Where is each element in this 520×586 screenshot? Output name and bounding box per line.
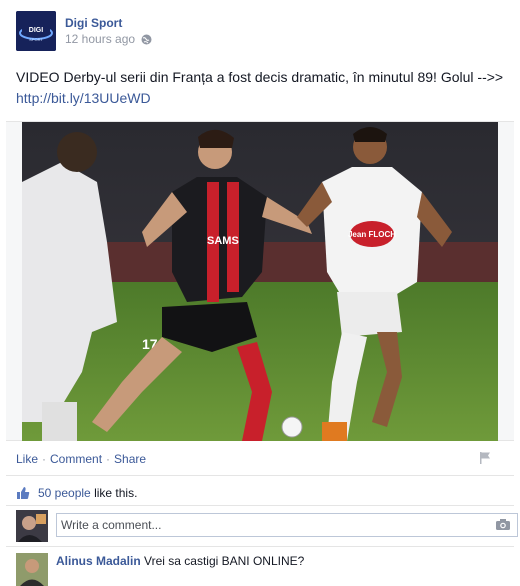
svg-text:SPORT: SPORT [29, 37, 43, 42]
divider [6, 546, 514, 547]
comment-link[interactable]: Comment [50, 452, 102, 466]
thumb-up-icon [16, 486, 30, 500]
action-separator: · [106, 452, 111, 466]
likers-link[interactable]: 50 people [38, 486, 91, 500]
comment-text: Vrei sa castigi BANI ONLINE? [144, 554, 305, 568]
football-match-photo: SAMS 17 Jean FLOCH [22, 122, 498, 441]
like-link[interactable]: Like [16, 452, 38, 466]
divider [6, 475, 514, 476]
flag-icon[interactable] [478, 451, 492, 465]
divider [6, 505, 514, 506]
likes-suffix: like this. [94, 486, 138, 500]
commenter-avatar[interactable] [16, 553, 48, 586]
post-actions: Like · Comment · Share [16, 452, 146, 466]
share-link[interactable]: Share [114, 452, 146, 466]
post-card: DIGI SPORT Digi Sport 12 hours ago VIDEO… [0, 0, 520, 586]
globe-icon[interactable] [141, 34, 152, 45]
digi-sport-logo: DIGI SPORT [16, 11, 56, 51]
current-user-avatar[interactable] [16, 510, 48, 542]
post-timestamp[interactable]: 12 hours ago [65, 32, 135, 46]
comment-item: Alinus Madalin Vrei sa castigi BANI ONLI… [16, 553, 506, 586]
post-message: VIDEO Derby-ul serii din Franța a fost d… [16, 67, 506, 109]
comment-composer [16, 510, 518, 544]
shirt-sponsor-left: SAMS [207, 235, 239, 247]
page-avatar[interactable]: DIGI SPORT [16, 11, 56, 51]
post-author-link[interactable]: Digi Sport [65, 16, 122, 30]
action-separator: · [42, 452, 47, 466]
photo-container: SAMS 17 Jean FLOCH [6, 121, 514, 441]
comment-body: Alinus Madalin Vrei sa castigi BANI ONLI… [56, 554, 304, 568]
camera-icon[interactable] [495, 518, 511, 531]
post-message-text: VIDEO Derby-ul serii din Franța a fost d… [16, 69, 504, 85]
post-meta: 12 hours ago [65, 32, 152, 46]
likes-summary: 50 people like this. [16, 486, 137, 500]
comment-input[interactable] [56, 513, 518, 537]
svg-text:DIGI: DIGI [29, 27, 43, 34]
post-photo[interactable]: SAMS 17 Jean FLOCH [22, 122, 498, 441]
post-external-link[interactable]: http://bit.ly/13UUeWD [16, 90, 151, 106]
commenter-name-link[interactable]: Alinus Madalin [56, 554, 141, 568]
shirt-sponsor-right: Jean FLOCH [348, 230, 396, 239]
